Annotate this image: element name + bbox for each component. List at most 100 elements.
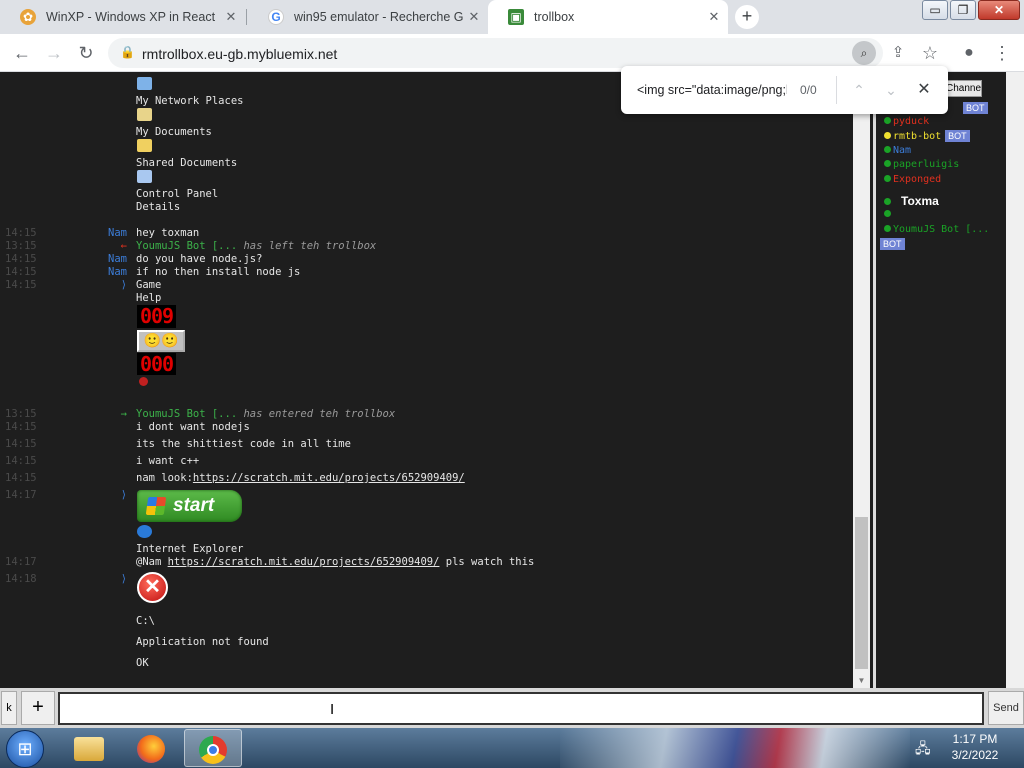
close-icon[interactable]: ✕: [466, 9, 482, 25]
scratch-link[interactable]: https://scratch.mit.edu/projects/6529094…: [193, 472, 465, 484]
find-next-icon[interactable]: ⌄: [880, 79, 902, 101]
message-text: Game: [136, 279, 162, 291]
desktop-label: Details: [136, 201, 181, 213]
chat-message: 14:15 Nam do you have node.js?: [0, 253, 853, 266]
nickname[interactable]: ⟩: [121, 279, 127, 292]
reload-button[interactable]: ↻: [74, 41, 98, 65]
close-icon[interactable]: ✕: [223, 9, 239, 25]
chat-scrollbar[interactable]: ▲ ▼: [853, 72, 870, 688]
nickname[interactable]: YoumuJS Bot [...: [136, 240, 237, 252]
network-icon[interactable]: 🖧: [915, 738, 931, 762]
clock-time: 1:17 PM: [952, 732, 998, 746]
window-close-button[interactable]: ✕: [978, 0, 1020, 20]
network-places-icon: [137, 77, 152, 90]
system-message: YoumuJS Bot [... has entered teh trollbo…: [136, 408, 395, 421]
text-cursor-icon: I: [330, 701, 335, 718]
lock-icon[interactable]: 🔒: [120, 45, 135, 59]
chat-message: 14:15 its the shittiest code in all time: [0, 438, 853, 451]
user-entry[interactable]: pyduck: [884, 116, 929, 127]
user-entry[interactable]: Nam: [884, 145, 911, 156]
ok-button[interactable]: OK: [136, 657, 149, 670]
nickname[interactable]: Nam: [108, 266, 127, 279]
timestamp: 14:17: [5, 489, 37, 501]
minimize-button[interactable]: ▭: [922, 0, 948, 20]
tab-strip: ✿ WinXP - Windows XP in React ✕ G win95 …: [0, 0, 1024, 34]
user-entry[interactable]: Exponged: [884, 174, 941, 185]
profile-icon[interactable]: ●: [957, 41, 981, 65]
find-bar: <img src="data:image/png;b 0/0 ⌃ ⌄ ✕: [621, 66, 948, 114]
taskbar: ⊞ 🖧 1:17 PM 3/2/2022: [0, 728, 1024, 768]
user-name: Toxma: [901, 194, 939, 208]
timestamp: 13:15: [5, 408, 37, 420]
status-dot: [884, 175, 891, 182]
trollbox-icon: ▣: [508, 9, 524, 25]
new-tab-button[interactable]: +: [735, 5, 759, 29]
bookmark-star-icon[interactable]: ☆: [918, 41, 942, 65]
message-text: its the shittiest code in all time: [136, 438, 351, 450]
find-divider: [836, 76, 837, 104]
chat-message: 14:15 i want c++: [0, 455, 853, 468]
find-in-page-icon[interactable]: ⌕: [852, 41, 876, 65]
right-margin: [1006, 72, 1024, 688]
user-entry[interactable]: Toxma: [884, 188, 939, 208]
plus-button[interactable]: +: [21, 691, 55, 725]
scroll-down-icon[interactable]: ▼: [853, 674, 870, 688]
shared-documents-icon: [137, 139, 152, 152]
k-button[interactable]: k: [1, 691, 17, 725]
timestamp: 14:15: [5, 266, 37, 278]
close-icon[interactable]: ✕: [706, 9, 722, 25]
windows-flag-icon: [145, 497, 167, 515]
tab-trollbox[interactable]: ▣ trollbox ✕: [488, 0, 728, 34]
nickname[interactable]: Nam: [108, 227, 127, 240]
user-entry[interactable]: YoumuJS Bot [...: [884, 224, 989, 235]
internet-explorer-icon: [137, 525, 152, 538]
tab-google[interactable]: G win95 emulator - Recherche Goo ✕: [248, 0, 488, 34]
nickname[interactable]: Nam: [108, 253, 127, 266]
message-prefix: nam look:: [136, 472, 193, 484]
user-entry[interactable]: rmtb-bot BOT: [884, 130, 970, 142]
channels-button[interactable]: Channels: [945, 80, 982, 97]
bot-badge: BOT: [963, 102, 988, 114]
chat-input[interactable]: I: [58, 692, 984, 725]
message-text: nam look:https://scratch.mit.edu/project…: [136, 472, 465, 485]
desktop-label: My Network Places: [136, 95, 244, 107]
scrollbar-thumb[interactable]: [855, 517, 868, 669]
chat-message: 14:18 ⟩: [0, 573, 853, 586]
share-icon[interactable]: ⇪: [886, 41, 910, 65]
find-input[interactable]: <img src="data:image/png;b: [637, 83, 787, 97]
control-panel-icon: [137, 170, 152, 183]
address-bar[interactable]: 🔒 rmtrollbox.eu-gb.mybluemix.net ⌕: [108, 38, 883, 68]
forward-button[interactable]: →: [42, 41, 66, 65]
find-prev-icon[interactable]: ⌃: [848, 79, 870, 101]
message-text: if no then install node js: [136, 266, 301, 278]
mention: @Nam: [136, 556, 168, 568]
tab-winxp[interactable]: ✿ WinXP - Windows XP in React ✕: [0, 0, 245, 34]
timestamp: 14:17: [5, 556, 37, 568]
send-button[interactable]: Send: [988, 691, 1024, 725]
desktop-label: My Documents: [136, 126, 212, 138]
chrome-icon[interactable]: [184, 729, 242, 767]
user-name: YoumuJS Bot [...: [893, 224, 990, 235]
message-text: i want c++: [136, 455, 200, 467]
maximize-button[interactable]: ❐: [950, 0, 976, 20]
start-label: start: [173, 495, 215, 516]
nickname[interactable]: ⟩: [121, 489, 127, 502]
menu-icon[interactable]: ⋮: [990, 41, 1014, 65]
windows-start-icon[interactable]: ⊞: [6, 730, 44, 768]
explorer-icon[interactable]: [60, 729, 118, 767]
smiley-face-button[interactable]: 🙂🙂: [137, 330, 185, 352]
nickname[interactable]: YoumuJS Bot [...: [136, 408, 237, 420]
back-button[interactable]: ←: [10, 41, 34, 65]
chat-message: 14:15 nam look:https://scratch.mit.edu/p…: [0, 472, 853, 485]
system-text: has entered teh trollbox: [243, 408, 396, 420]
clock[interactable]: 1:17 PM 3/2/2022: [940, 731, 1010, 763]
clock-date: 3/2/2022: [951, 748, 999, 762]
user-entry[interactable]: [884, 209, 893, 220]
scratch-link[interactable]: https://scratch.mit.edu/projects/6529094…: [168, 556, 440, 568]
user-entry-badge: BOT: [880, 238, 905, 250]
user-entry[interactable]: paperluigis: [884, 159, 959, 170]
xp-start-button[interactable]: start: [137, 490, 242, 522]
nickname[interactable]: ⟩: [121, 573, 127, 586]
find-close-icon[interactable]: ✕: [913, 79, 935, 101]
firefox-icon[interactable]: [122, 729, 180, 767]
